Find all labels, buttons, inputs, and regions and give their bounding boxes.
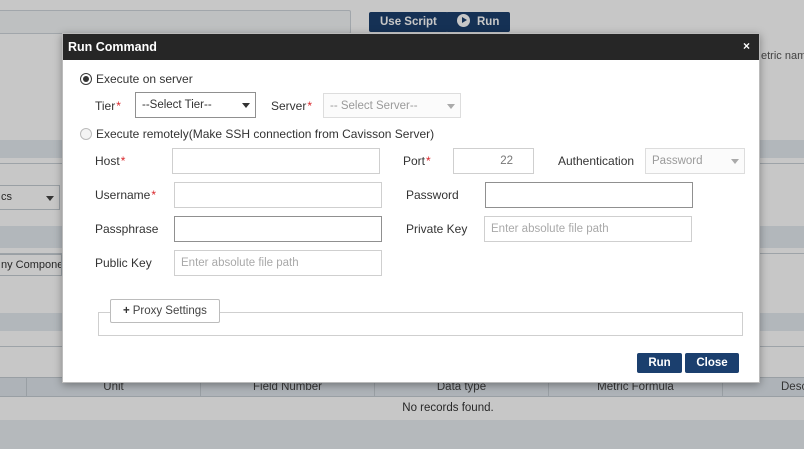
authentication-select[interactable]: Password bbox=[645, 148, 745, 174]
username-label: Username* bbox=[95, 188, 156, 202]
username-label-text: Username bbox=[95, 188, 151, 202]
required-marker: * bbox=[151, 188, 157, 202]
port-label: Port* bbox=[403, 154, 431, 168]
close-icon[interactable]: × bbox=[743, 39, 750, 53]
tier-select[interactable]: --Select Tier-- bbox=[135, 92, 256, 118]
password-input[interactable] bbox=[485, 182, 693, 208]
proxy-settings-button[interactable]: + Proxy Settings bbox=[110, 299, 220, 323]
tier-label: Tier* bbox=[95, 99, 121, 113]
private-key-input[interactable]: Enter absolute file path bbox=[484, 216, 692, 242]
execute-remotely-label: Execute remotely(Make SSH connection fro… bbox=[96, 127, 435, 141]
proxy-settings-label: Proxy Settings bbox=[132, 305, 207, 317]
public-key-input[interactable]: Enter absolute file path bbox=[174, 250, 382, 276]
server-select-value: -- Select Server-- bbox=[330, 100, 418, 112]
private-key-label: Private Key bbox=[406, 222, 468, 236]
server-select[interactable]: -- Select Server-- bbox=[323, 93, 461, 118]
host-label-text: Host bbox=[95, 154, 120, 168]
tier-select-value: --Select Tier-- bbox=[142, 99, 212, 111]
execute-on-server-radio[interactable] bbox=[80, 73, 92, 85]
chevron-down-icon bbox=[447, 104, 455, 109]
passphrase-label: Passphrase bbox=[95, 222, 159, 236]
dialog-title: Run Command bbox=[68, 40, 157, 54]
chevron-down-icon bbox=[731, 159, 739, 164]
execute-on-server-option[interactable]: Execute on server bbox=[80, 72, 193, 86]
close-button[interactable]: Close bbox=[685, 353, 739, 373]
authentication-value: Password bbox=[652, 155, 703, 167]
authentication-label: Authentication bbox=[558, 154, 635, 168]
host-label: Host* bbox=[95, 154, 125, 168]
public-key-label: Public Key bbox=[95, 256, 152, 270]
required-marker: * bbox=[120, 154, 126, 168]
run-command-dialog: Run Command × Execute on server Tier* --… bbox=[62, 33, 760, 383]
port-label-text: Port bbox=[403, 154, 426, 168]
required-marker: * bbox=[307, 99, 313, 113]
host-input[interactable] bbox=[172, 148, 380, 174]
password-label: Password bbox=[406, 188, 459, 202]
required-marker: * bbox=[426, 154, 431, 168]
execute-remotely-radio[interactable] bbox=[80, 128, 92, 140]
server-label: Server* bbox=[271, 99, 312, 113]
required-marker: * bbox=[116, 99, 121, 113]
chevron-down-icon bbox=[242, 103, 250, 108]
port-input[interactable]: 22 bbox=[453, 148, 534, 174]
server-label-text: Server bbox=[271, 99, 307, 113]
dialog-header: Run Command × bbox=[63, 34, 759, 60]
execute-remotely-option[interactable]: Execute remotely(Make SSH connection fro… bbox=[80, 127, 434, 141]
passphrase-input[interactable] bbox=[174, 216, 382, 242]
run-button[interactable]: Run bbox=[637, 353, 682, 373]
plus-icon: + bbox=[123, 305, 130, 317]
tier-label-text: Tier bbox=[95, 99, 116, 113]
execute-on-server-label: Execute on server bbox=[96, 72, 193, 86]
username-input[interactable] bbox=[174, 182, 382, 208]
